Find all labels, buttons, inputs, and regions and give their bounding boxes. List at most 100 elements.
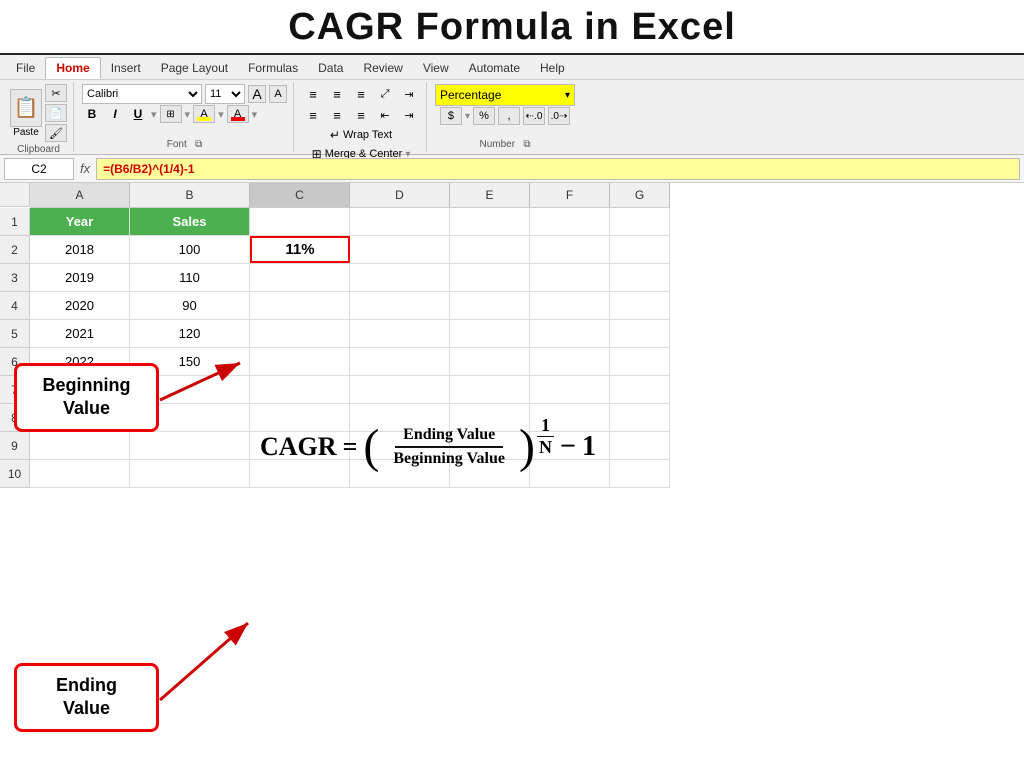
align-right-button[interactable]: ≡ — [350, 105, 372, 125]
tab-review[interactable]: Review — [353, 58, 412, 78]
tab-help[interactable]: Help — [530, 58, 575, 78]
border-dropdown[interactable]: ▾ — [185, 108, 191, 121]
cell-e5[interactable] — [450, 320, 530, 347]
cell-g3[interactable] — [610, 264, 670, 291]
tab-automate[interactable]: Automate — [459, 58, 530, 78]
fill-dropdown[interactable]: ▾ — [218, 108, 224, 121]
tab-home[interactable]: Home — [45, 57, 100, 79]
cell-f5[interactable] — [530, 320, 610, 347]
cell-c5[interactable] — [250, 320, 350, 347]
text-angle-button[interactable]: ⤢ — [374, 84, 396, 104]
cell-g9[interactable] — [610, 432, 670, 459]
italic-button[interactable]: I — [105, 105, 125, 123]
wrap-text-button[interactable]: ↵ Wrap Text — [325, 126, 397, 144]
cell-a9[interactable] — [30, 432, 130, 459]
cell-e2[interactable] — [450, 236, 530, 263]
decrease-indent-button[interactable]: ⇤ — [374, 105, 396, 125]
indent-button[interactable]: ⇥ — [398, 84, 420, 104]
col-header-g[interactable]: G — [610, 183, 670, 207]
cell-g5[interactable] — [610, 320, 670, 347]
copy-button[interactable]: 📄 — [45, 104, 67, 122]
cell-b1[interactable]: Sales — [130, 208, 250, 235]
col-header-a[interactable]: A — [30, 183, 130, 207]
cell-f7[interactable] — [530, 376, 610, 403]
cell-b5[interactable]: 120 — [130, 320, 250, 347]
currency-dropdown[interactable]: ▾ — [465, 111, 470, 122]
cell-f3[interactable] — [530, 264, 610, 291]
decrease-decimal-button[interactable]: ⇠.0 — [523, 107, 545, 125]
number-format-select[interactable]: Percentage ▾ — [435, 84, 575, 106]
cell-g2[interactable] — [610, 236, 670, 263]
cell-d1[interactable] — [350, 208, 450, 235]
font-color-dropdown[interactable]: ▾ — [252, 108, 258, 121]
paste-button[interactable]: 📋 Paste — [10, 89, 42, 138]
align-middle-button[interactable]: ≡ — [326, 84, 348, 104]
percent-button[interactable]: % — [473, 107, 495, 125]
cell-f2[interactable] — [530, 236, 610, 263]
cell-c2[interactable]: 11% — [250, 236, 350, 263]
tab-insert[interactable]: Insert — [101, 58, 151, 78]
cell-a5[interactable]: 2021 — [30, 320, 130, 347]
comma-button[interactable]: , — [498, 107, 520, 125]
cell-b2[interactable]: 100 — [130, 236, 250, 263]
align-bottom-button[interactable]: ≡ — [350, 84, 372, 104]
tab-data[interactable]: Data — [308, 58, 353, 78]
format-painter-button[interactable]: 🖌 — [45, 124, 67, 142]
cell-e1[interactable] — [450, 208, 530, 235]
fill-color-button[interactable]: A — [193, 105, 215, 123]
increase-indent-button[interactable]: ⇥ — [398, 105, 420, 125]
cell-e4[interactable] — [450, 292, 530, 319]
cell-c3[interactable] — [250, 264, 350, 291]
cell-f1[interactable] — [530, 208, 610, 235]
col-header-b[interactable]: B — [130, 183, 250, 207]
cell-d3[interactable] — [350, 264, 450, 291]
cell-g6[interactable] — [610, 348, 670, 375]
increase-decimal-button[interactable]: .0⇢ — [548, 107, 570, 125]
col-header-d[interactable]: D — [350, 183, 450, 207]
cell-b10[interactable] — [130, 460, 250, 487]
cell-g4[interactable] — [610, 292, 670, 319]
font-color-button[interactable]: A — [227, 105, 249, 123]
col-header-e[interactable]: E — [450, 183, 530, 207]
cell-d5[interactable] — [350, 320, 450, 347]
align-top-button[interactable]: ≡ — [302, 84, 324, 104]
font-size-down-button[interactable]: A — [269, 85, 287, 103]
font-size-up-button[interactable]: A — [248, 85, 266, 103]
underline-button[interactable]: U — [128, 105, 148, 123]
cell-g8[interactable] — [610, 404, 670, 431]
tab-page-layout[interactable]: Page Layout — [151, 58, 238, 78]
underline-dropdown[interactable]: ▾ — [151, 108, 157, 121]
tab-file[interactable]: File — [6, 58, 45, 78]
border-button[interactable]: ⊞ — [160, 105, 182, 123]
cell-b3[interactable]: 110 — [130, 264, 250, 291]
cell-d6[interactable] — [350, 348, 450, 375]
cell-a1[interactable]: Year — [30, 208, 130, 235]
cell-d7[interactable] — [350, 376, 450, 403]
cell-f6[interactable] — [530, 348, 610, 375]
cell-g1[interactable] — [610, 208, 670, 235]
col-header-f[interactable]: F — [530, 183, 610, 207]
cut-button[interactable]: ✂ — [45, 84, 67, 102]
col-header-c[interactable]: C — [250, 183, 350, 207]
cell-e7[interactable] — [450, 376, 530, 403]
align-left-button[interactable]: ≡ — [302, 105, 324, 125]
cell-g7[interactable] — [610, 376, 670, 403]
cell-a3[interactable]: 2019 — [30, 264, 130, 291]
font-size-select[interactable]: 11 — [205, 84, 245, 104]
cell-c7[interactable] — [250, 376, 350, 403]
cell-c6[interactable] — [250, 348, 350, 375]
cell-a4[interactable]: 2020 — [30, 292, 130, 319]
tab-formulas[interactable]: Formulas — [238, 58, 308, 78]
cell-f4[interactable] — [530, 292, 610, 319]
name-box[interactable] — [4, 158, 74, 180]
cell-g10[interactable] — [610, 460, 670, 487]
number-format-dropdown[interactable]: ▾ — [565, 90, 570, 101]
cell-b9[interactable] — [130, 432, 250, 459]
bold-button[interactable]: B — [82, 105, 102, 123]
cell-b4[interactable]: 90 — [130, 292, 250, 319]
currency-button[interactable]: $ — [440, 107, 462, 125]
cell-a2[interactable]: 2018 — [30, 236, 130, 263]
font-name-select[interactable]: Calibri — [82, 84, 202, 104]
cell-d4[interactable] — [350, 292, 450, 319]
tab-view[interactable]: View — [413, 58, 459, 78]
